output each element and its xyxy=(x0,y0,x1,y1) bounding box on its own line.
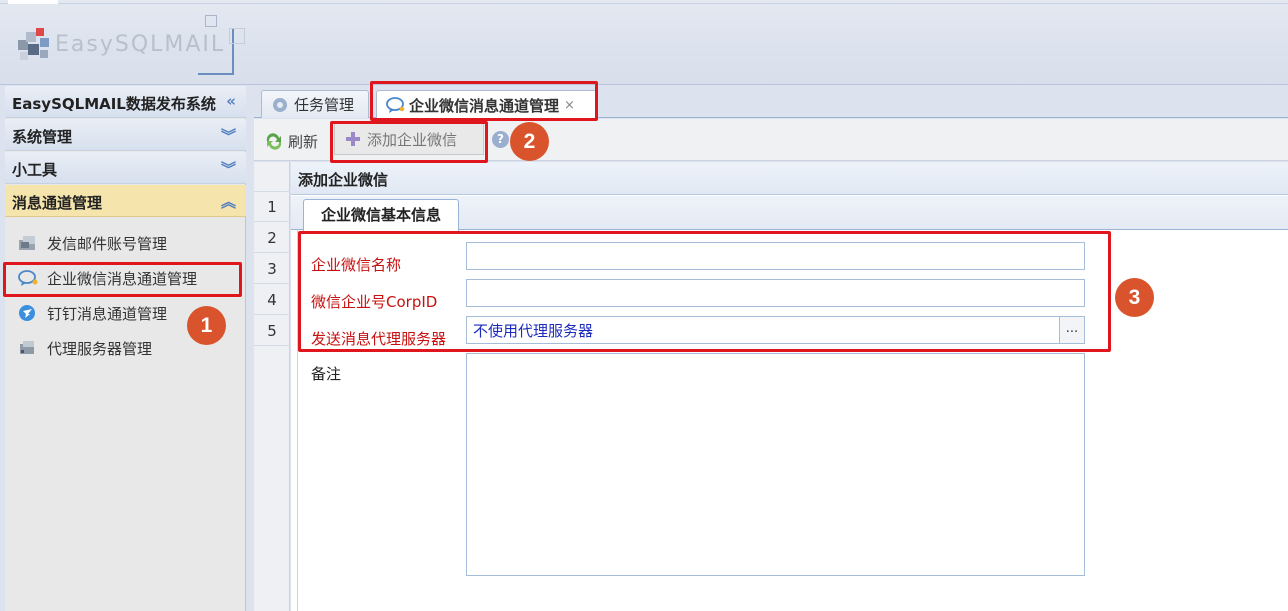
proxy-server-icon xyxy=(17,339,39,357)
header-top-tab xyxy=(8,0,58,4)
panel-title: 添加企业微信 xyxy=(291,162,1288,195)
refresh-button[interactable]: 刷新 xyxy=(264,129,318,153)
sidebar-title[interactable]: EasySQLMAIL数据发布系统 « xyxy=(5,86,246,118)
logo-decor-box xyxy=(229,28,245,44)
sidebar-item-label: 代理服务器管理 xyxy=(47,339,153,358)
app-header: EasySQLMAIL xyxy=(0,0,1288,85)
logo-decor-box xyxy=(205,15,217,27)
refresh-label: 刷新 xyxy=(288,132,319,151)
row-number-column: 1 2 3 4 5 xyxy=(254,162,290,611)
row-number: 2 xyxy=(254,223,290,253)
help-icon[interactable]: ? xyxy=(492,131,509,148)
sidebar-item-label: 发信邮件账号管理 xyxy=(47,234,168,253)
sidebar: EasySQLMAIL数据发布系统 « 系统管理 ︾ 小工具 ︾ 消息通道管理 … xyxy=(5,86,246,611)
dingtalk-icon xyxy=(17,304,39,322)
panel-subtab-bar: 企业微信基本信息 xyxy=(291,196,1288,231)
logo-icon xyxy=(18,28,49,60)
row-number: 1 xyxy=(254,192,290,222)
row-number: 5 xyxy=(254,316,290,346)
sidebar-title-label: EasySQLMAIL数据发布系统 xyxy=(12,95,216,113)
header-top-line xyxy=(0,3,1288,4)
highlight-active-tab xyxy=(370,81,598,121)
section-label: 系统管理 xyxy=(12,128,73,146)
step-badge: 3 xyxy=(1115,278,1154,317)
tab-label: 任务管理 xyxy=(294,96,355,114)
section-system-management[interactable]: 系统管理 ︾ xyxy=(5,119,246,151)
highlight-sidebar-item xyxy=(3,262,242,297)
double-chevron-down-icon[interactable]: ︾ xyxy=(221,125,236,146)
tab-basic-info[interactable]: 企业微信基本信息 xyxy=(303,199,459,231)
sidebar-item-mail-account[interactable]: 发信邮件账号管理 xyxy=(17,229,243,257)
tab-task-management[interactable]: 任务管理 xyxy=(261,90,369,118)
section-tools[interactable]: 小工具 ︾ xyxy=(5,152,246,184)
section-label: 消息通道管理 xyxy=(12,194,103,212)
collapse-sidebar-icon[interactable]: « xyxy=(226,92,236,110)
refresh-icon xyxy=(266,133,282,150)
double-chevron-down-icon[interactable]: ︾ xyxy=(221,158,236,179)
highlight-form-fields xyxy=(298,231,1111,352)
mail-server-icon xyxy=(17,234,39,252)
step-badge: 2 xyxy=(510,122,549,161)
note-label: 备注 xyxy=(311,365,342,383)
highlight-add-button xyxy=(330,121,488,163)
sidebar-item-label: 钉钉消息通道管理 xyxy=(47,304,168,323)
section-label: 小工具 xyxy=(12,161,58,179)
note-textarea[interactable] xyxy=(466,353,1085,576)
gear-icon xyxy=(270,96,290,114)
step-badge: 1 xyxy=(187,306,226,345)
double-chevron-up-icon[interactable]: ︽ xyxy=(221,191,236,212)
section-message-channel[interactable]: 消息通道管理 ︽ xyxy=(5,185,246,217)
row-number: 3 xyxy=(254,254,290,284)
row-number: 4 xyxy=(254,285,290,315)
row-number-header xyxy=(254,162,290,192)
add-wechat-panel: 添加企业微信 企业微信基本信息 企业微信名称 微信企业号CorpID 发送消息代… xyxy=(291,162,1288,611)
